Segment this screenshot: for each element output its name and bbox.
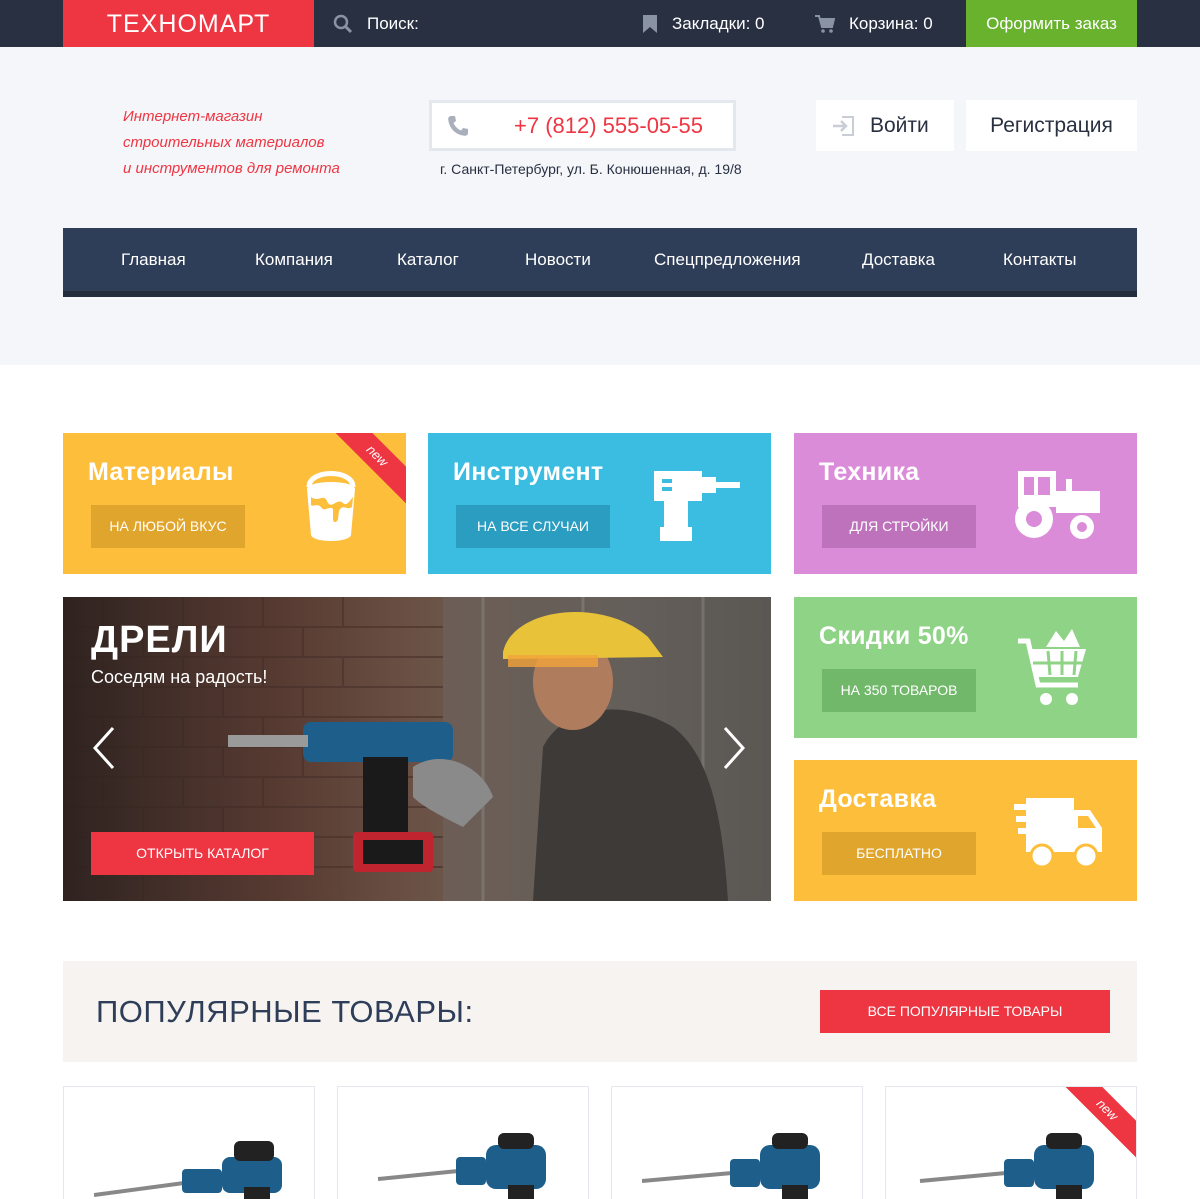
all-popular-button[interactable]: ВСЕ ПОПУЛЯРНЫЕ ТОВАРЫ (820, 990, 1110, 1033)
cart-link[interactable]: Корзина: 0 (815, 0, 933, 47)
shopping-cart-icon (1018, 629, 1086, 705)
tile-materials[interactable]: Материалы НА ЛЮБОЙ ВКУС new (63, 433, 406, 574)
chevron-right-icon[interactable] (719, 725, 749, 771)
bookmark-icon (643, 14, 657, 33)
drill-icon (654, 471, 740, 541)
product-card[interactable] (337, 1086, 589, 1199)
rotary-hammer-image (919, 1133, 1094, 1199)
search-field[interactable]: Поиск: (333, 0, 419, 47)
nav-item-catalog[interactable]: Каталог (397, 228, 459, 291)
open-catalog-button[interactable]: ОТКРЫТЬ КАТАЛОГ (91, 832, 314, 875)
nav-item-company[interactable]: Компания (255, 228, 333, 291)
phone-number: +7 (812) 555-05-55 (514, 113, 703, 138)
rotary-hammer-image (377, 1133, 546, 1199)
tile-button[interactable]: БЕСПЛАТНО (822, 832, 976, 875)
tagline-line: Интернет-магазин (123, 108, 263, 125)
chevron-left-icon[interactable] (89, 725, 119, 771)
slide-title: ДРЕЛИ (91, 619, 228, 661)
tile-button[interactable]: НА ВСЕ СЛУЧАИ (456, 505, 610, 548)
tile-tools[interactable]: Инструмент НА ВСЕ СЛУЧАИ (428, 433, 771, 574)
rotary-hammer-image (642, 1133, 820, 1199)
nav-item-specials[interactable]: Спецпредложения (654, 228, 801, 291)
login-button[interactable]: Войти (816, 100, 954, 151)
tile-button[interactable]: НА 350 ТОВАРОВ (822, 669, 976, 712)
tile-title: Материалы (88, 458, 234, 486)
slide-subtitle: Соседям на радость! (91, 667, 268, 687)
tractor-icon (1015, 471, 1100, 539)
address: г. Санкт-Петербург, ул. Б. Конюшенная, д… (440, 161, 742, 177)
tile-button[interactable]: ДЛЯ СТРОЙКИ (822, 505, 976, 548)
product-card[interactable] (63, 1086, 315, 1199)
tile-sale[interactable]: Скидки 50% НА 350 ТОВАРОВ (794, 597, 1137, 738)
cart-icon (815, 14, 835, 33)
delivery-truck-icon (1014, 798, 1102, 869)
phone-icon (448, 116, 468, 136)
logo[interactable]: ТЕХНОМАРТ (63, 0, 314, 53)
nav-item-news[interactable]: Новости (525, 228, 591, 291)
header: Интернет-магазин строительных материалов… (0, 47, 1200, 365)
cart-label: Корзина: 0 (849, 13, 933, 33)
login-icon (833, 116, 854, 136)
checkout-button[interactable]: Оформить заказ (966, 0, 1137, 47)
tile-button[interactable]: НА ЛЮБОЙ ВКУС (91, 505, 245, 548)
tagline-line: строительных материалов (123, 134, 325, 151)
section-title: ПОПУЛЯРНЫЕ ТОВАРЫ: (96, 994, 474, 1029)
phone-box[interactable]: +7 (812) 555-05-55 (429, 100, 736, 151)
tile-title: Инструмент (453, 458, 604, 486)
search-label: Поиск: (367, 13, 419, 33)
product-card[interactable]: new (885, 1086, 1137, 1199)
tile-title: Скидки 50% (819, 622, 969, 650)
nav-item-home[interactable]: Главная (121, 228, 186, 291)
search-icon (333, 14, 353, 33)
tile-title: Техника (819, 458, 920, 486)
login-label: Войти (870, 114, 929, 137)
register-button[interactable]: Регистрация (966, 100, 1137, 151)
tile-delivery[interactable]: Доставка БЕСПЛАТНО (794, 760, 1137, 901)
product-card[interactable] (611, 1086, 863, 1199)
tagline: Интернет-магазин строительных материалов… (123, 104, 340, 182)
paint-bucket-icon (306, 471, 356, 541)
popular-products-header: ПОПУЛЯРНЫЕ ТОВАРЫ: ВСЕ ПОПУЛЯРНЫЕ ТОВАРЫ (63, 961, 1137, 1062)
tile-tech[interactable]: Техника ДЛЯ СТРОЙКИ (794, 433, 1137, 574)
hero-slider: ДРЕЛИ Соседям на радость! ОТКРЫТЬ КАТАЛО… (63, 597, 771, 901)
tagline-line: и инструментов для ремонта (123, 160, 340, 177)
bookmarks-label: Закладки: 0 (672, 13, 765, 33)
rotary-hammer-image (94, 1141, 282, 1199)
nav-item-delivery[interactable]: Доставка (862, 228, 935, 291)
tile-title: Доставка (819, 785, 937, 813)
main-nav: Главная Компания Каталог Новости Спецпре… (63, 228, 1137, 297)
bookmarks-link[interactable]: Закладки: 0 (642, 0, 764, 47)
nav-item-contacts[interactable]: Контакты (1003, 228, 1076, 291)
top-bar: ТЕХНОМАРТ Поиск: Закладки: 0 Корзина: 0 … (0, 0, 1200, 53)
